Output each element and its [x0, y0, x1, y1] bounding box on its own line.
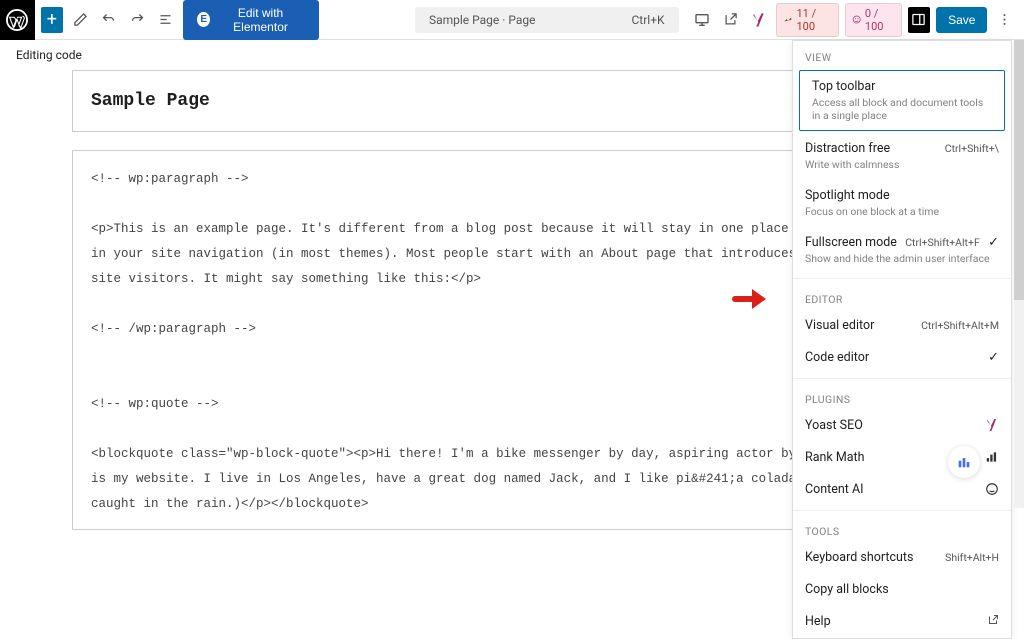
plus-icon: +	[47, 9, 57, 30]
desktop-view-icon[interactable]	[691, 7, 714, 33]
panel-item-title: Distraction free	[805, 141, 890, 156]
panel-item-code-editor[interactable]: Code editor ✓	[793, 342, 1011, 374]
redo-icon[interactable]	[126, 7, 149, 33]
sidebar-toggle-icon[interactable]	[908, 7, 931, 33]
seo-score-value: 11 / 100	[796, 7, 831, 33]
add-block-button[interactable]: +	[41, 7, 64, 33]
undo-icon[interactable]	[98, 7, 121, 33]
save-button[interactable]: Save	[936, 7, 987, 33]
readability-score-badge[interactable]: 0 / 100	[845, 3, 902, 37]
options-panel: VIEW Top toolbar Access all block and do…	[792, 40, 1012, 639]
panel-item-title: Yoast SEO	[805, 418, 999, 433]
chat-bubble-icon[interactable]	[948, 446, 980, 478]
panel-divider	[793, 378, 1011, 379]
panel-item-keyboard-shortcuts[interactable]: Keyboard shortcuts Shift+Alt+H	[793, 542, 1011, 574]
panel-item-title: Help	[805, 614, 831, 629]
document-info[interactable]: Sample Page · Page Ctrl+K	[415, 7, 679, 33]
panel-divider	[793, 278, 1011, 279]
scrollbar-thumb[interactable]	[1014, 40, 1024, 300]
check-icon: ✓	[988, 350, 999, 365]
top-toolbar: + E Edit with Elementor Sample Page · Pa…	[0, 0, 1024, 40]
contentai-plugin-icon	[985, 482, 999, 499]
panel-item-title: Content AI	[805, 482, 999, 497]
panel-section-editor: EDITOR	[793, 283, 1011, 310]
elementor-logo-icon: E	[197, 12, 210, 27]
panel-item-yoast-seo[interactable]: Yoast SEO	[793, 410, 1011, 442]
panel-item-content-ai[interactable]: Content AI	[793, 474, 1011, 506]
rankmath-plugin-icon	[985, 450, 999, 467]
options-menu-button[interactable]	[993, 7, 1016, 33]
panel-item-title: Copy all blocks	[805, 582, 999, 597]
readability-score-value: 0 / 100	[865, 7, 895, 33]
panel-section-plugins: PLUGINS	[793, 383, 1011, 410]
panel-section-view: VIEW	[793, 41, 1011, 68]
external-view-icon[interactable]	[719, 7, 742, 33]
yoast-icon[interactable]	[748, 7, 771, 33]
wordpress-logo[interactable]	[0, 0, 35, 40]
panel-item-sub: Show and hide the admin user interface	[805, 252, 999, 265]
external-link-icon	[987, 614, 999, 629]
panel-item-title: Visual editor	[805, 318, 874, 333]
panel-item-top-toolbar[interactable]: Top toolbar Access all block and documen…	[799, 70, 1005, 131]
editing-mode-label: Editing code	[16, 48, 82, 62]
panel-item-title: Spotlight mode	[805, 188, 999, 203]
panel-item-title: Top toolbar	[812, 79, 992, 94]
panel-item-sub: Focus on one block at a time	[805, 205, 999, 218]
edit-with-elementor-button[interactable]: E Edit with Elementor	[183, 0, 319, 40]
panel-item-sub: Write with calmness	[805, 158, 999, 171]
panel-item-fullscreen-mode[interactable]: Fullscreen mode Ctrl+Shift+Alt+F ✓ Show …	[793, 227, 1011, 274]
panel-item-sub: Access all block and document tools in a…	[812, 96, 992, 122]
seo-score-badge[interactable]: 11 / 100	[776, 3, 838, 37]
panel-item-title: Keyboard shortcuts	[805, 550, 913, 565]
panel-item-shortcut: Ctrl+Shift+Alt+M	[921, 319, 999, 332]
check-icon: ✓	[988, 235, 999, 250]
document-shortcut: Ctrl+K	[631, 13, 664, 27]
panel-item-title: Fullscreen mode	[805, 235, 897, 250]
panel-item-spotlight-mode[interactable]: Spotlight mode Focus on one block at a t…	[793, 180, 1011, 227]
panel-item-distraction-free[interactable]: Distraction free Ctrl+Shift+\ Write with…	[793, 133, 1011, 180]
document-title: Sample Page · Page	[429, 13, 536, 27]
panel-divider	[793, 510, 1011, 511]
panel-item-help[interactable]: Help	[793, 606, 1011, 638]
panel-item-shortcut: Ctrl+Shift+\	[945, 142, 999, 155]
yoast-plugin-icon	[985, 418, 999, 435]
panel-section-tools: TOOLS	[793, 515, 1011, 542]
elementor-label: Edit with Elementor	[216, 6, 305, 34]
panel-item-visual-editor[interactable]: Visual editor Ctrl+Shift+Alt+M	[793, 310, 1011, 342]
panel-item-copy-all-blocks[interactable]: Copy all blocks	[793, 574, 1011, 606]
list-view-icon[interactable]	[155, 7, 178, 33]
panel-item-title: Code editor	[805, 350, 869, 365]
pencil-icon[interactable]	[69, 7, 92, 33]
panel-item-shortcut: Shift+Alt+H	[945, 551, 999, 564]
panel-item-shortcut: Ctrl+Shift+Alt+F	[905, 236, 980, 249]
